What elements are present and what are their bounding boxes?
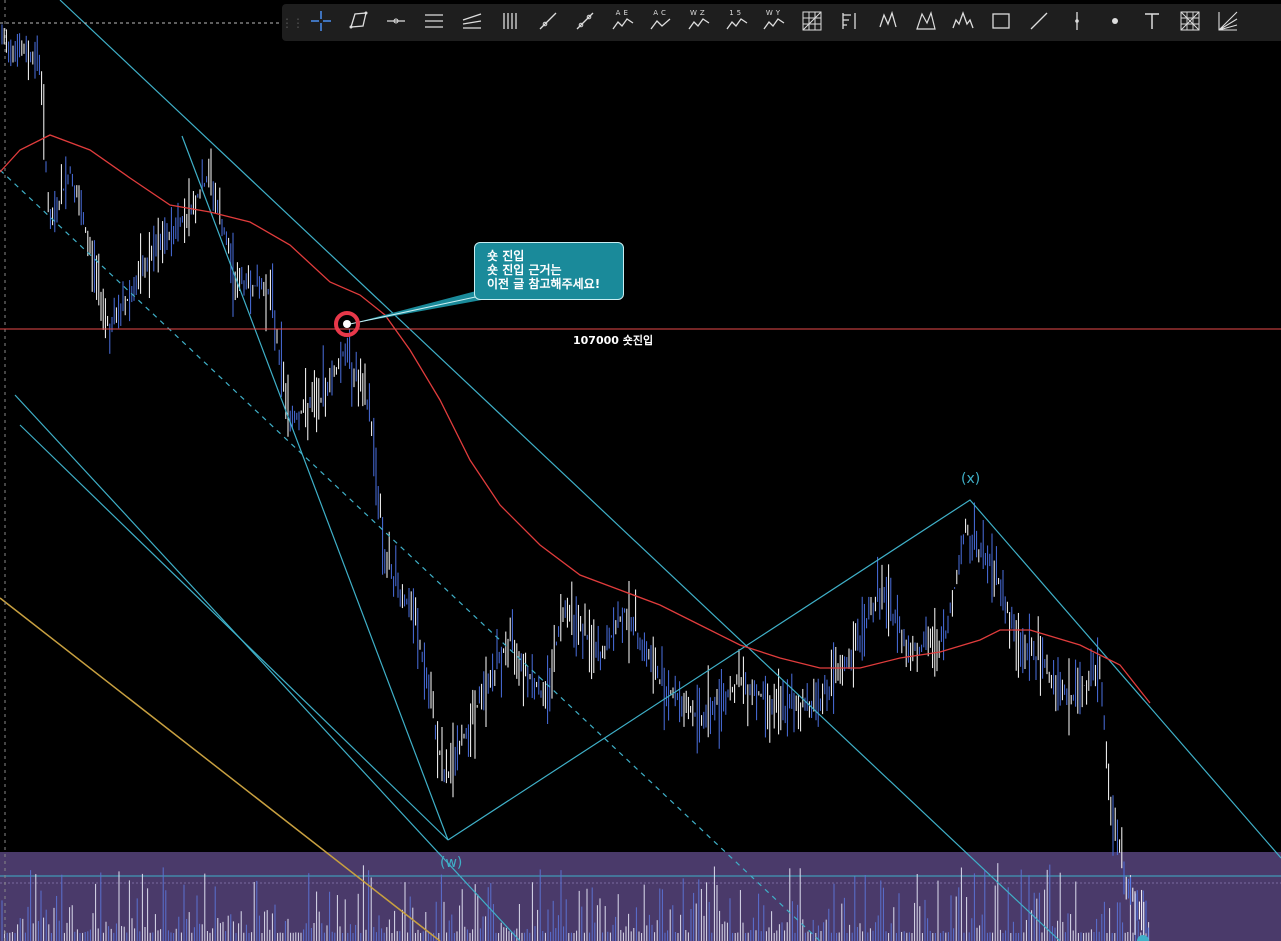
- vertical-line-icon: [1065, 9, 1089, 37]
- toolbar-tool-grid[interactable]: [793, 4, 831, 41]
- toolbar-tool-sublabel: AE: [615, 9, 631, 17]
- gann-fan-icon: [1216, 9, 1240, 37]
- parallel-lines-icon: [422, 9, 446, 37]
- toolbar-tool-pattern[interactable]: [869, 4, 907, 41]
- rectangle-icon: [989, 9, 1013, 37]
- wave-label-w: (w): [440, 855, 463, 871]
- toolbar-tool-sublabel: 15: [729, 9, 745, 17]
- toolbar-tool-rectangle[interactable]: [982, 4, 1020, 41]
- vertical-lines-icon: [498, 9, 522, 37]
- toolbar-tool-vertical-line[interactable]: [1058, 4, 1096, 41]
- toolbar-tool-polygon[interactable]: [340, 4, 378, 41]
- toolbar-tool-head-shoulders[interactable]: [945, 4, 983, 41]
- gann-box-icon: [1178, 9, 1202, 37]
- toolbar-tool-wave-15[interactable]: 15: [718, 4, 756, 41]
- toolbar-tool-wave-ac[interactable]: AC: [642, 4, 680, 41]
- trend-line-icon: [536, 9, 560, 37]
- toolbar-tool-wave-wy[interactable]: WY: [756, 4, 794, 41]
- text-icon: [1140, 9, 1164, 37]
- fan-lines-icon: [460, 9, 484, 37]
- short-entry-callout[interactable]: 숏 진입 숏 진입 근거는 이전 글 참고해주세요!: [474, 242, 624, 300]
- toolbar-tool-dot[interactable]: [1096, 4, 1134, 41]
- volume-band: [0, 852, 1281, 941]
- channel-lines: [14, 0, 1281, 941]
- fib-icon: [838, 9, 862, 37]
- toolbar-tool-wave-ae[interactable]: AE: [604, 4, 642, 41]
- dot-icon: [1103, 9, 1127, 37]
- segment-icon: [573, 9, 597, 37]
- toolbar-tool-parallel-lines[interactable]: [415, 4, 453, 41]
- toolbar-tool-segment[interactable]: [567, 4, 605, 41]
- toolbar-tool-gann-box[interactable]: [1171, 4, 1209, 41]
- toolbar-tool-text[interactable]: [1134, 4, 1172, 41]
- marker-handle[interactable]: [343, 320, 351, 328]
- toolbar-tool-wave-wz[interactable]: WZ: [680, 4, 718, 41]
- toolbar-tool-sublabel: AC: [653, 9, 669, 17]
- callout-line-1: 숏 진입: [487, 249, 525, 263]
- toolbar-tool-line[interactable]: [1020, 4, 1058, 41]
- line-icon: [1027, 9, 1051, 37]
- moving-average-line: [0, 134, 1151, 704]
- toolbar-tool-xabcd[interactable]: [907, 4, 945, 41]
- dashed-midline: [0, 169, 821, 941]
- pattern-icon: [876, 9, 900, 37]
- price-line-label: 107000 숏진입: [573, 334, 654, 347]
- head-shoulders-icon: [951, 9, 975, 37]
- horizontal-ray-icon: [384, 9, 408, 37]
- price-chart[interactable]: [0, 0, 1281, 941]
- wave-label-x: (x): [961, 471, 981, 487]
- polygon-icon: [347, 9, 371, 37]
- toolbar-grip-icon[interactable]: ⋮⋮: [282, 4, 304, 41]
- toolbar-tool-gann-fan[interactable]: [1209, 4, 1247, 41]
- toolbar-tool-sublabel: WZ: [690, 9, 708, 17]
- toolbar-tool-vertical-lines[interactable]: [491, 4, 529, 41]
- drawing-toolbar: ⋮⋮ AE AC WZ 15 WY: [282, 4, 1281, 41]
- toolbar-tool-fib[interactable]: [831, 4, 869, 41]
- toolbar-tool-crosshair[interactable]: [302, 4, 340, 41]
- toolbar-tool-sublabel: WY: [765, 9, 784, 17]
- xabcd-icon: [914, 9, 938, 37]
- callout-line-3: 이전 글 참고해주세요!: [487, 277, 601, 291]
- toolbar-tool-horizontal-ray[interactable]: [378, 4, 416, 41]
- toolbar-tool-trend-line[interactable]: [529, 4, 567, 41]
- grid-icon: [800, 9, 824, 37]
- callout-line-2: 숏 진입 근거는: [487, 263, 562, 277]
- toolbar-tool-fan-lines[interactable]: [453, 4, 491, 41]
- crosshair-icon: [309, 9, 333, 37]
